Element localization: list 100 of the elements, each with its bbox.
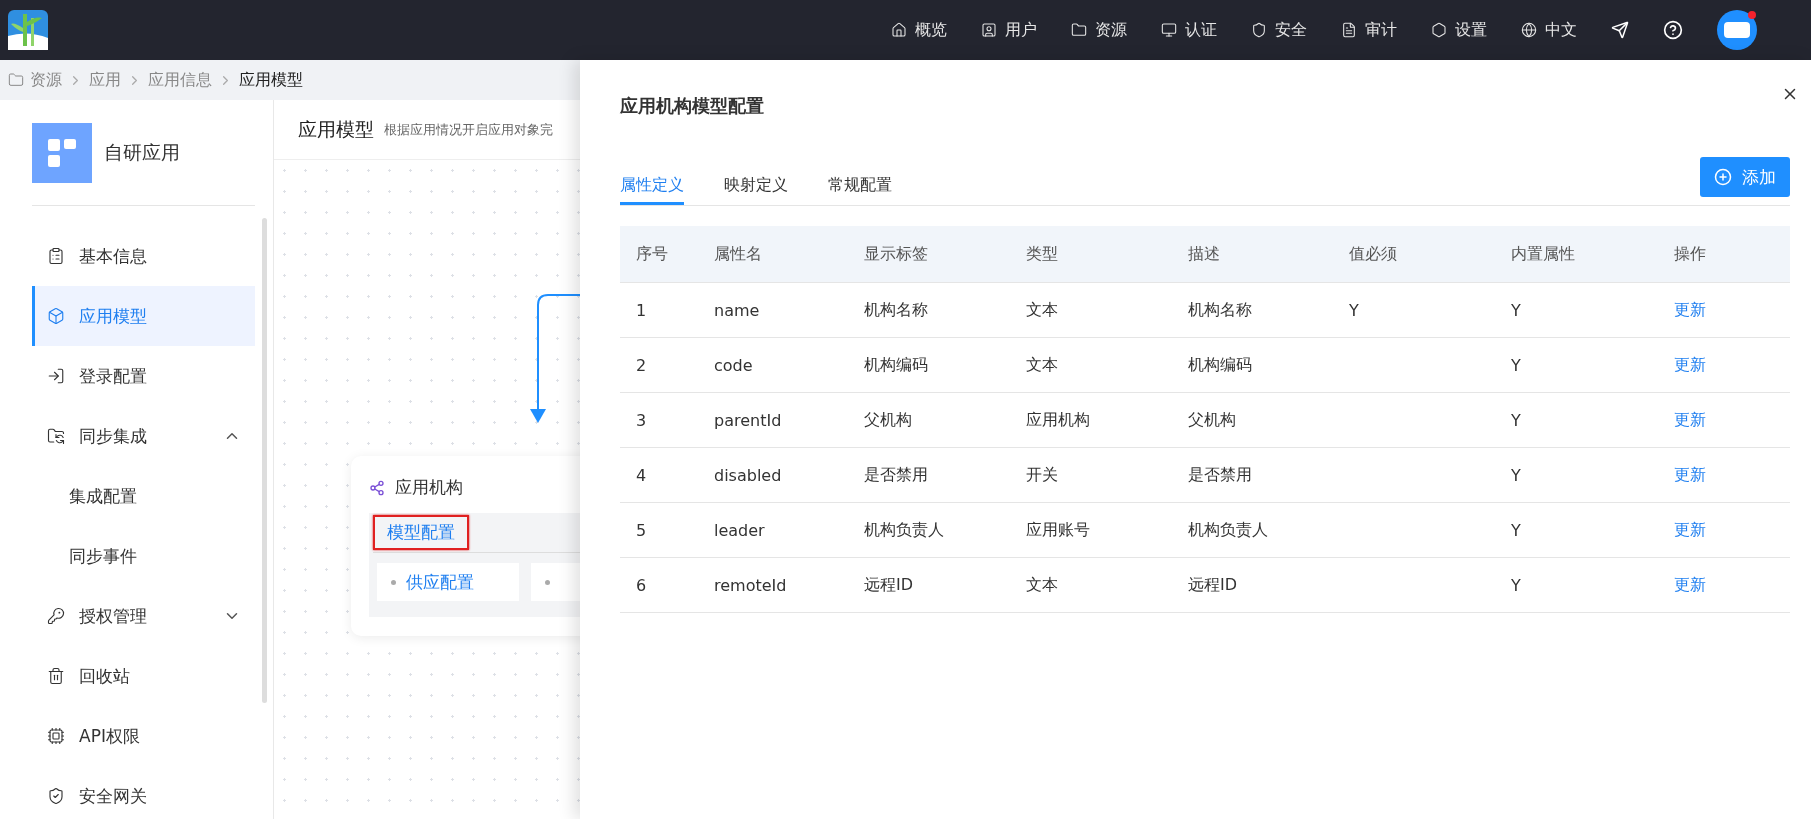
hexagon-icon	[1431, 22, 1447, 38]
tab[interactable]: 映射定义	[724, 175, 788, 205]
nav-link[interactable]: 用户	[981, 19, 1037, 41]
column-header: 内置属性	[1511, 243, 1576, 265]
table-cell-text: 是否禁用	[864, 464, 929, 486]
table-cell-text: 6	[636, 575, 648, 595]
table-cell-text: 2	[636, 355, 648, 375]
sidebar-item[interactable]: 登录配置	[32, 346, 255, 406]
table-cell-text: 3	[636, 410, 648, 430]
table-cell-text: 5	[636, 520, 648, 540]
table-cell-text: Y	[1511, 300, 1522, 320]
menu-icon	[47, 607, 65, 625]
nav-link[interactable]: 资源	[1071, 19, 1127, 41]
help-icon[interactable]	[1663, 20, 1683, 40]
table-cell-text: remoteId	[714, 575, 788, 595]
sidebar-item[interactable]: 集成配置	[32, 466, 255, 526]
plus-icon	[1714, 168, 1732, 186]
table-cell-text: disabled	[714, 465, 783, 485]
nav-link[interactable]: 概览	[891, 19, 947, 41]
table-cell-text: Y	[1511, 410, 1522, 430]
sidebar-item[interactable]: 应用模型	[32, 286, 255, 346]
globe-icon	[1521, 22, 1537, 38]
table-cell-text: 是否禁用	[1188, 464, 1253, 486]
table-cell-text: 机构编码	[864, 354, 929, 376]
table-cell-text: 机构名称	[864, 299, 929, 321]
nav-link[interactable]: 审计	[1341, 19, 1397, 41]
folder-icon	[8, 72, 24, 88]
table-cell-text: 远程ID	[1188, 574, 1239, 596]
column-header: 序号	[636, 243, 669, 265]
menu-icon	[47, 727, 65, 745]
table-cell-text: Y	[1511, 465, 1522, 485]
nav-link[interactable]: 设置	[1431, 19, 1487, 41]
table-cell-text: code	[714, 355, 754, 375]
tab[interactable]: 属性定义	[620, 175, 684, 205]
menu-icon	[47, 427, 65, 445]
update-link[interactable]: 更新	[1674, 299, 1706, 321]
nav-link[interactable]: 中文	[1521, 19, 1577, 41]
bamboo-logo-icon	[8, 10, 48, 50]
table-cell-text: 父机构	[1188, 409, 1237, 431]
table-cell-text: 文本	[1026, 354, 1059, 376]
table-cell-text: 4	[636, 465, 648, 485]
sidebar-item[interactable]: API权限	[32, 706, 255, 766]
table-cell-text: leader	[714, 520, 766, 540]
table-cell-text: 文本	[1026, 574, 1059, 596]
column-header: 显示标签	[864, 243, 929, 265]
table-cell-text: 1	[636, 300, 648, 320]
page-description: 根据应用情况开启应用对象完	[384, 120, 553, 139]
breadcrumb-item: 应用模型	[239, 69, 303, 91]
user-card-icon	[981, 22, 997, 38]
menu-icon	[47, 367, 65, 385]
nav-link[interactable]: 安全	[1251, 19, 1307, 41]
scrollbar[interactable]	[262, 218, 267, 703]
document-icon	[1341, 22, 1357, 38]
table-cell-text: 机构负责人	[1188, 519, 1269, 541]
table-cell-text: 文本	[1026, 299, 1059, 321]
table-cell-text: parentId	[714, 410, 783, 430]
update-link[interactable]: 更新	[1674, 574, 1706, 596]
sidebar-item[interactable]: 回收站	[32, 646, 255, 706]
table-cell-text: 应用机构	[1026, 409, 1091, 431]
sidebar-item[interactable]: 同步集成	[32, 406, 255, 466]
node-title: 应用机构	[395, 476, 463, 499]
sidebar-item[interactable]: 基本信息	[32, 226, 255, 286]
update-link[interactable]: 更新	[1674, 519, 1706, 541]
menu-icon	[47, 247, 65, 265]
send-icon[interactable]	[1611, 21, 1629, 39]
avatar[interactable]	[1717, 10, 1757, 50]
home-icon	[891, 22, 907, 38]
menu-icon	[47, 787, 65, 805]
table-cell-text: 父机构	[864, 409, 913, 431]
monitor-icon	[1161, 22, 1177, 38]
table-cell-text: Y	[1349, 300, 1360, 320]
tab[interactable]: 常规配置	[828, 175, 892, 205]
table-cell-text: name	[714, 300, 761, 320]
update-link[interactable]: 更新	[1674, 409, 1706, 431]
hierarchy-icon	[369, 479, 385, 496]
config-chip[interactable]: 供应配置	[377, 563, 519, 601]
column-header: 值必须	[1349, 243, 1398, 265]
update-link[interactable]: 更新	[1674, 464, 1706, 486]
sidebar-item[interactable]: 同步事件	[32, 526, 255, 586]
column-header: 类型	[1026, 243, 1059, 265]
table-cell-text: Y	[1511, 575, 1522, 595]
table-cell-text: Y	[1511, 520, 1522, 540]
menu-icon	[47, 307, 65, 325]
shield-icon	[1251, 22, 1267, 38]
menu-icon	[47, 667, 65, 685]
nav-link[interactable]: 认证	[1161, 19, 1217, 41]
table-cell-text: 机构编码	[1188, 354, 1253, 376]
update-link[interactable]: 更新	[1674, 354, 1706, 376]
drawer-title: 应用机构模型配置	[620, 94, 765, 118]
sidebar-item[interactable]: 授权管理	[32, 586, 255, 646]
table-cell-text: 远程ID	[864, 574, 915, 596]
column-header: 描述	[1188, 243, 1221, 265]
table-cell-text: 应用账号	[1026, 519, 1091, 541]
table-cell-text: Y	[1511, 355, 1522, 375]
node-tab[interactable]: 模型配置	[373, 515, 469, 550]
app-name: 自研应用	[104, 139, 180, 165]
app-logo-icon	[32, 122, 92, 183]
page-title: 应用模型	[298, 116, 374, 142]
sidebar-item[interactable]: 安全网关	[32, 766, 255, 819]
table-cell-text: 开关	[1026, 464, 1059, 486]
